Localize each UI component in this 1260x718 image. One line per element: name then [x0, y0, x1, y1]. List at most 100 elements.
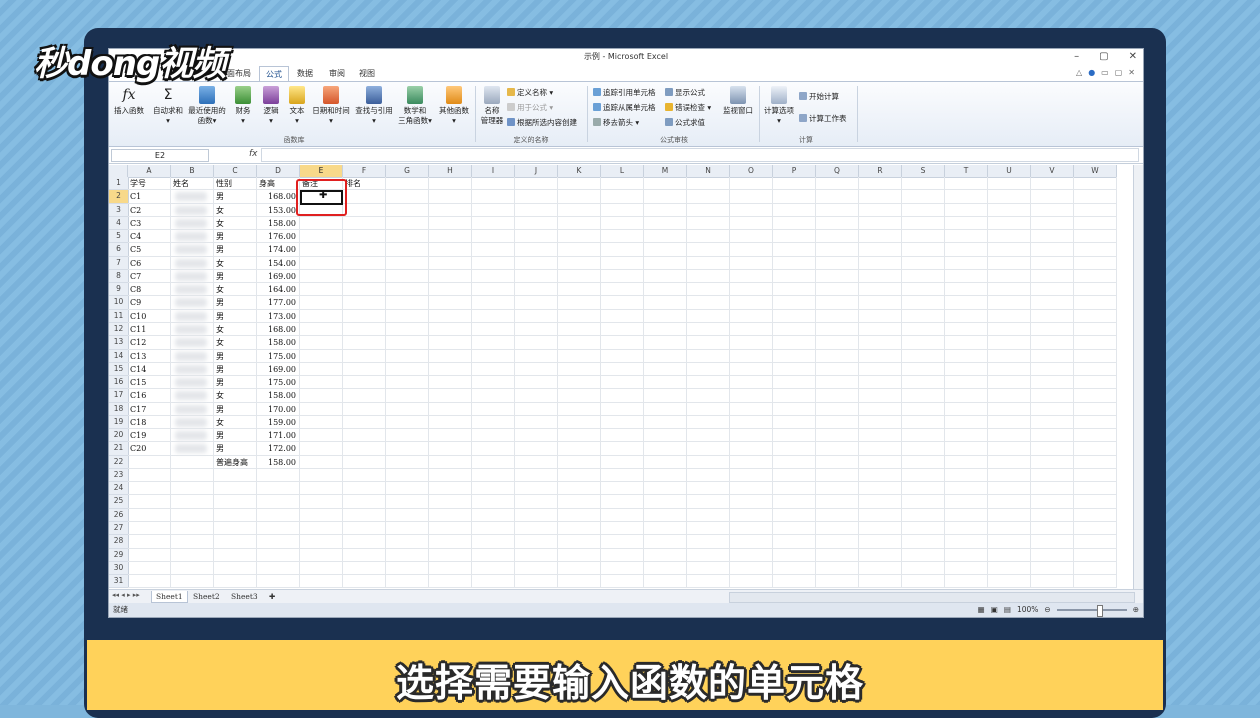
column-header-t[interactable]: T: [945, 165, 988, 178]
row-header[interactable]: 17: [109, 389, 129, 403]
ribbon-collapse-icon[interactable]: △: [1076, 68, 1082, 77]
row-header[interactable]: 10: [109, 296, 129, 310]
cell-d22[interactable]: 158.00: [259, 456, 296, 469]
row-header[interactable]: 22: [109, 455, 129, 469]
row-header[interactable]: 5: [109, 230, 129, 244]
worksheet-grid[interactable]: A B C D E F G H I J K L M N O P Q R S T U V W 1 2 3 4 5 6 7 8 9 10 11 12 13…: [109, 165, 1137, 589]
datetime-button[interactable]: 日期和时间 ▾: [311, 86, 351, 126]
cell-c17[interactable]: 女: [216, 389, 224, 402]
doc-close-icon[interactable]: ✕: [1128, 68, 1135, 77]
cell-c15[interactable]: 男: [216, 363, 224, 376]
row-header[interactable]: 30: [109, 561, 129, 576]
finance-button[interactable]: 财务 ▾: [231, 86, 255, 126]
use-in-formula-button[interactable]: 用于公式 ▾: [507, 103, 553, 113]
cell-a14[interactable]: C13: [130, 350, 146, 363]
column-header-r[interactable]: R: [859, 165, 902, 178]
tab-review[interactable]: 审阅: [323, 66, 351, 81]
column-header-q[interactable]: Q: [816, 165, 859, 178]
row-header[interactable]: 26: [109, 508, 129, 523]
row-header[interactable]: 6: [109, 243, 129, 257]
row-header[interactable]: 18: [109, 402, 129, 416]
cell-c18[interactable]: 男: [216, 403, 224, 416]
horizontal-scrollbar[interactable]: [729, 592, 1135, 603]
text-button[interactable]: 文本 ▾: [285, 86, 309, 126]
zoom-out-icon[interactable]: ⊖: [1044, 603, 1050, 617]
row-header[interactable]: 29: [109, 548, 129, 562]
cell-d5[interactable]: 176.00: [259, 230, 296, 243]
remove-arrows-button[interactable]: 移去箭头 ▾: [593, 118, 639, 128]
cell-d1[interactable]: 身高: [259, 177, 275, 190]
trace-dependents-button[interactable]: 追踪从属单元格: [593, 103, 656, 113]
cell-c21[interactable]: 男: [216, 442, 224, 455]
column-header-n[interactable]: N: [687, 165, 730, 178]
doc-minimize-icon[interactable]: ▭: [1101, 68, 1109, 77]
cell-a4[interactable]: C3: [130, 217, 141, 230]
sheet-tab-1[interactable]: Sheet1: [151, 591, 188, 603]
cell-c13[interactable]: 女: [216, 336, 224, 349]
row-header[interactable]: 27: [109, 522, 129, 536]
cell-c11[interactable]: 男: [216, 310, 224, 323]
calculate-sheet-button[interactable]: 计算工作表: [799, 114, 847, 124]
vertical-scrollbar[interactable]: [1133, 165, 1143, 589]
row-header[interactable]: 11: [109, 309, 129, 323]
cell-c12[interactable]: 女: [216, 323, 224, 336]
cell-c3[interactable]: 女: [216, 204, 224, 217]
row-header[interactable]: 9: [109, 283, 129, 297]
cell-a3[interactable]: C2: [130, 204, 141, 217]
cell-d8[interactable]: 169.00: [259, 270, 296, 283]
cell-c4[interactable]: 女: [216, 217, 224, 230]
fx-label[interactable]: fx: [249, 149, 258, 159]
row-header[interactable]: 24: [109, 482, 129, 496]
column-header-k[interactable]: K: [558, 165, 601, 178]
logic-button[interactable]: 逻辑 ▾: [259, 86, 283, 126]
row-header[interactable]: 13: [109, 336, 129, 350]
cell-c6[interactable]: 男: [216, 243, 224, 256]
cell-a20[interactable]: C19: [130, 429, 146, 442]
column-header-v[interactable]: V: [1031, 165, 1074, 178]
trace-precedents-button[interactable]: 追踪引用单元格: [593, 88, 656, 98]
cell-a19[interactable]: C18: [130, 416, 146, 429]
row-header[interactable]: 31: [109, 575, 129, 589]
lookup-button[interactable]: 查找与引用 ▾: [353, 86, 395, 126]
cell-d11[interactable]: 173.00: [259, 310, 296, 323]
row-header[interactable]: 2: [109, 190, 129, 204]
column-header-o[interactable]: O: [730, 165, 773, 178]
help-icon[interactable]: ●: [1088, 68, 1095, 77]
zoom-thumb[interactable]: [1096, 605, 1103, 617]
zoom-in-icon[interactable]: ⊕: [1133, 603, 1139, 617]
row-header[interactable]: 8: [109, 269, 129, 284]
row-header[interactable]: 20: [109, 429, 129, 443]
cell-d17[interactable]: 158.00: [259, 389, 296, 402]
cell-a12[interactable]: C11: [130, 323, 146, 336]
cell-c2[interactable]: 男: [216, 190, 224, 203]
sheet-tab-3[interactable]: Sheet3: [227, 591, 262, 602]
other-functions-button[interactable]: 其他函数 ▾: [435, 86, 473, 126]
formula-input[interactable]: [261, 148, 1139, 162]
row-header[interactable]: 23: [109, 468, 129, 483]
close-icon[interactable]: ✕: [1129, 49, 1137, 65]
row-header[interactable]: 25: [109, 495, 129, 509]
cell-a17[interactable]: C16: [130, 389, 146, 402]
cell-d10[interactable]: 177.00: [259, 296, 296, 309]
normal-view-icon[interactable]: ▦: [978, 603, 985, 617]
cell-c16[interactable]: 男: [216, 376, 224, 389]
cell-d7[interactable]: 154.00: [259, 257, 296, 270]
cell-d15[interactable]: 169.00: [259, 363, 296, 376]
page-layout-view-icon[interactable]: ▣: [991, 603, 998, 617]
evaluate-formula-button[interactable]: 公式求值: [665, 118, 705, 128]
cell-c22[interactable]: 普遍身高: [216, 456, 248, 469]
cell-c20[interactable]: 男: [216, 429, 224, 442]
cell-d19[interactable]: 159.00: [259, 416, 296, 429]
cell-c5[interactable]: 男: [216, 230, 224, 243]
define-name-button[interactable]: 定义名称 ▾: [507, 88, 553, 98]
cell-c9[interactable]: 女: [216, 283, 224, 296]
insert-function-button[interactable]: fx 插入函数: [111, 86, 147, 116]
cell-a11[interactable]: C10: [130, 310, 146, 323]
math-button[interactable]: 数学和 三角函数▾: [397, 86, 433, 126]
tab-view[interactable]: 视图: [353, 66, 381, 81]
cell-d18[interactable]: 170.00: [259, 403, 296, 416]
cell-c10[interactable]: 男: [216, 296, 224, 309]
column-header-j[interactable]: J: [515, 165, 558, 178]
watch-window-button[interactable]: 监视窗口: [719, 86, 757, 116]
column-header-m[interactable]: M: [644, 165, 687, 178]
